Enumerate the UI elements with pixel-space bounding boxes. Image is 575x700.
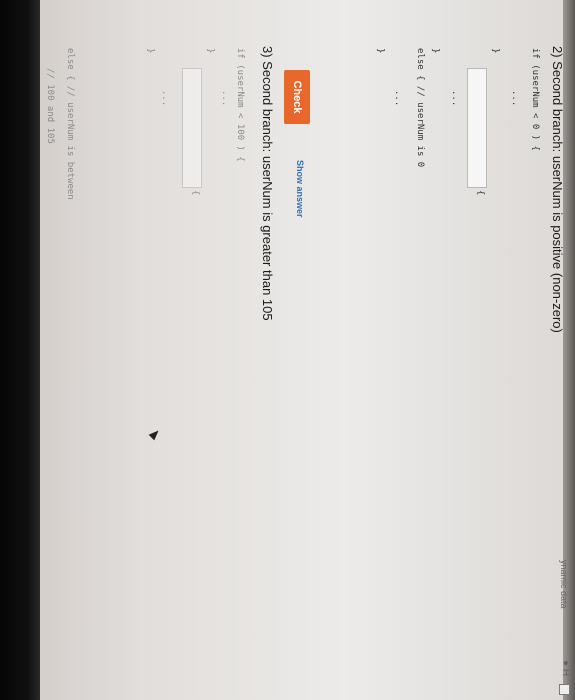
screen-content: ynamic data ● H 2) Second branch: userNu… — [40, 0, 575, 700]
q2-code-line-3: } — [490, 48, 500, 54]
q3-code-line-7: else { // userNum is between — [65, 48, 75, 200]
q2-code-line-9: } — [375, 48, 385, 54]
q3-code-line-2: ... — [220, 90, 230, 107]
q2-code-line-8: ... — [393, 90, 403, 107]
dark-edge-left — [0, 0, 40, 700]
q2-code-line-2: ... — [510, 90, 520, 107]
mouse-cursor-icon — [148, 427, 162, 441]
q2-code-line-1: if (userNum < 0 ) { — [530, 48, 540, 151]
q2-code-line-6: } — [430, 48, 440, 54]
show-answer-button[interactable]: Show answer — [295, 160, 305, 218]
q2-answer-input[interactable] — [467, 68, 487, 188]
q3-code-line-3: } — [205, 48, 215, 54]
corner-checkbox[interactable] — [559, 684, 570, 695]
question-2-title: 2) Second branch: userNum is positive (n… — [550, 46, 565, 333]
q3-answer-input[interactable] — [182, 68, 202, 188]
header-text: ynamic data — [559, 560, 569, 609]
q2-code-blank-brace: { — [475, 190, 485, 196]
header-badge: ● H — [560, 660, 571, 677]
q3-code-line-8: // 100 and 105 — [45, 68, 55, 144]
question-3-title: 3) Second branch: userNum is greater tha… — [260, 46, 275, 321]
q2-code-line-5: ... — [450, 90, 460, 107]
help-icon: ● — [560, 660, 571, 667]
q3-code-line-1: if (userNum < 100 ) { — [235, 48, 245, 162]
q3-code-line-5: ... — [160, 90, 170, 107]
q3-code-blank-brace: { — [190, 190, 200, 196]
q2-code-line-7: else { // userNum is 0 — [415, 48, 425, 168]
check-button[interactable]: Check — [284, 70, 310, 124]
q3-code-line-6: } — [145, 48, 155, 54]
